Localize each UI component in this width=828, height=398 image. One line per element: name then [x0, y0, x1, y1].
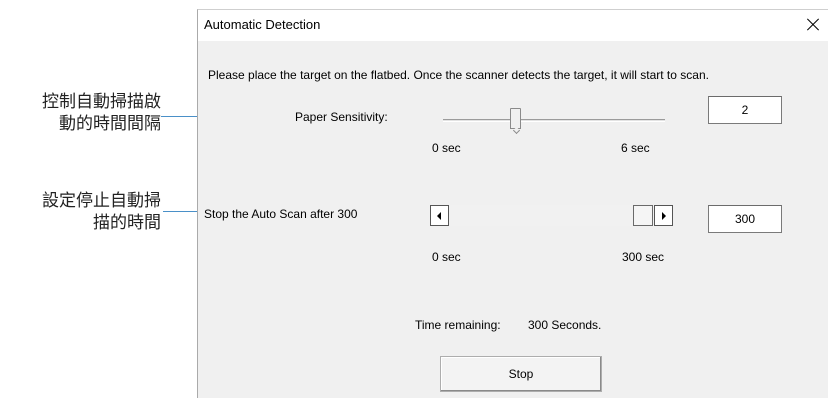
auto-scan-stop-min-label: 0 sec [432, 250, 461, 264]
annotation-line-1: 設定停止自動掃 [42, 191, 161, 211]
auto-scan-stop-scrollbar[interactable] [430, 205, 673, 226]
paper-sensitivity-min-label: 0 sec [432, 141, 461, 155]
scroll-right-button[interactable] [654, 205, 673, 226]
instructions-text: Please place the target on the flatbed. … [208, 68, 709, 82]
scroll-left-button[interactable] [430, 205, 449, 226]
annotation-line-1: 控制自動掃描啟 [42, 92, 161, 112]
stop-button[interactable]: Stop [440, 356, 602, 392]
auto-scan-stop-value-field[interactable]: 300 [708, 205, 782, 233]
close-icon[interactable] [802, 14, 826, 36]
paper-sensitivity-value-field[interactable]: 2 [708, 96, 782, 124]
paper-sensitivity-slider[interactable] [443, 108, 665, 132]
slider-thumb[interactable] [510, 108, 521, 129]
time-remaining-label: Time remaining: [415, 318, 501, 332]
slider-channel [443, 119, 665, 122]
auto-scan-stop-max-label: 300 sec [622, 250, 665, 264]
paper-sensitivity-max-label: 6 sec [621, 141, 650, 155]
annotation-auto-scan-stop: 設定停止自動掃 描的時間 [6, 190, 161, 234]
triangle-right-icon [662, 212, 666, 220]
scroll-thumb[interactable] [633, 205, 653, 226]
automatic-detection-dialog: Automatic Detection Please place the tar… [197, 9, 828, 398]
annotation-paper-sensitivity: 控制自動掃描啟 動的時間間隔 [6, 91, 161, 135]
time-remaining-value: 300 Seconds. [528, 318, 602, 332]
triangle-left-icon [437, 212, 441, 220]
paper-sensitivity-label: Paper Sensitivity: [295, 110, 388, 124]
annotation-line-2: 描的時間 [93, 213, 161, 233]
auto-scan-stop-label: Stop the Auto Scan after 300 [204, 207, 358, 221]
dialog-title: Automatic Detection [204, 17, 321, 32]
annotation-line-2: 動的時間間隔 [59, 114, 161, 134]
title-bar: Automatic Detection [198, 10, 828, 41]
